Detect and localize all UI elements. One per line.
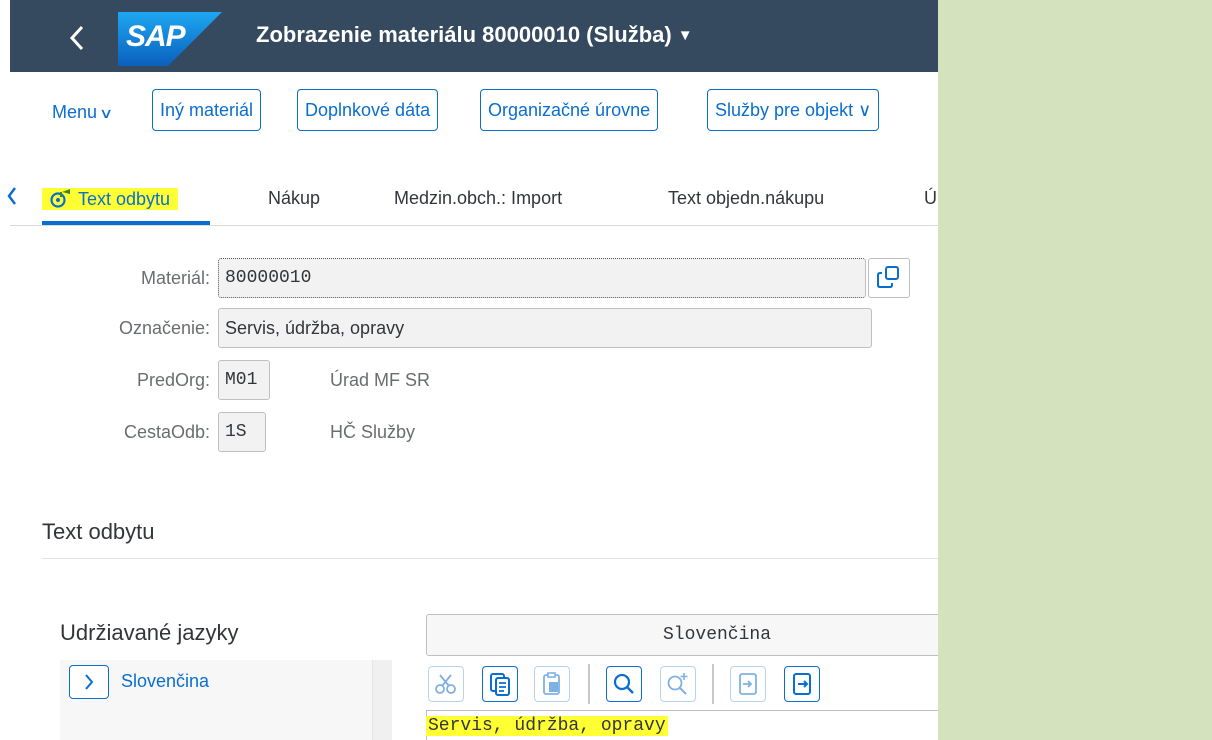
- search-next-icon: [667, 673, 688, 695]
- paste-button[interactable]: [534, 666, 570, 702]
- sales-org-label: PredOrg:: [136, 370, 210, 390]
- sales-org-description: Úrad MF SR: [330, 370, 431, 390]
- cut-icon: [435, 674, 456, 694]
- copy-material-button[interactable]: [868, 258, 910, 298]
- material-field[interactable]: 80000010: [218, 258, 866, 298]
- tab-purchasing[interactable]: Nákup: [268, 188, 320, 209]
- import-icon: [739, 673, 757, 695]
- services-for-object-button[interactable]: Služby pre objekt ∨: [707, 89, 880, 131]
- search-icon: [613, 673, 634, 694]
- maintained-languages-title: Udržiavané jazyky: [60, 620, 239, 645]
- chevron-left-icon: [7, 187, 16, 205]
- text-editor-line[interactable]: Servis, údržba, opravy: [426, 716, 668, 736]
- copy-text-button[interactable]: [482, 666, 518, 702]
- active-tab-indicator: [42, 221, 210, 225]
- tab-scroll-left-button[interactable]: [6, 186, 18, 212]
- title-caret-icon: ▼: [677, 27, 693, 44]
- back-button[interactable]: [62, 20, 92, 56]
- find-next-button[interactable]: [660, 666, 696, 702]
- paste-icon: [543, 672, 560, 695]
- export-text-button[interactable]: [784, 666, 820, 702]
- chevron-right-icon: [85, 674, 94, 690]
- description-label: Označenie:: [118, 318, 210, 338]
- tab-sales-text[interactable]: Text odbytu: [42, 188, 179, 210]
- tab-foreign-trade-import[interactable]: Medzin.obch.: Import: [394, 188, 562, 209]
- sap-logo[interactable]: SAP: [118, 12, 222, 66]
- toolbar-separator: [588, 664, 590, 704]
- tab-purchase-order-text[interactable]: Text objedn.nákupu: [668, 188, 824, 209]
- current-language-header: Slovenčina: [426, 614, 938, 656]
- page-title[interactable]: Zobrazenie materiálu 80000010 (Služba) ▼: [256, 22, 693, 48]
- page-title-text: Zobrazenie materiálu 80000010 (Služba): [256, 22, 672, 47]
- other-material-button[interactable]: Iný materiál: [152, 89, 262, 131]
- shell-bar: SAP Zobrazenie materiálu 80000010 (Služb…: [10, 0, 938, 72]
- expand-language-button[interactable]: [69, 665, 109, 699]
- org-levels-button[interactable]: Organizačné úrovne: [480, 89, 659, 131]
- sales-text-icon: [50, 189, 70, 208]
- copy-icon: [490, 673, 510, 696]
- language-item-slovak[interactable]: Slovenčina: [121, 671, 209, 692]
- chevron-left-icon: [69, 25, 84, 51]
- menu-button[interactable]: Menu ∨: [52, 102, 114, 123]
- cut-button[interactable]: [428, 666, 464, 702]
- toolbar: Menu ∨ Iný materiál Doplnkové dáta Organi…: [10, 72, 938, 150]
- distribution-channel-description: HČ Služby: [330, 422, 416, 442]
- tab-next-partial[interactable]: Ú: [924, 188, 937, 209]
- tab-strip: Text odbytu Nákup Medzin.obch.: Import T…: [7, 150, 938, 226]
- menu-label: Menu: [52, 102, 98, 122]
- description-field[interactable]: Servis, údržba, opravy: [218, 308, 872, 348]
- current-language-label: Slovenčina: [663, 625, 772, 645]
- section-divider: [42, 558, 938, 559]
- section-title: Text odbytu: [42, 519, 155, 544]
- find-button[interactable]: [606, 666, 642, 702]
- tab-sales-text-label: Text odbytu: [78, 189, 171, 209]
- import-text-button[interactable]: [730, 666, 766, 702]
- toolbar-separator: [712, 664, 714, 704]
- sap-app-window: SAP Zobrazenie materiálu 80000010 (Služb…: [0, 0, 938, 740]
- chevron-down-icon: ∨: [98, 105, 114, 121]
- material-label: Materiál:: [140, 268, 210, 288]
- language-list-scrollbar[interactable]: [372, 660, 392, 740]
- distribution-channel-label: CestaOdb:: [123, 422, 210, 442]
- additional-data-button[interactable]: Doplnkové dáta: [297, 89, 439, 131]
- copy-icon: [877, 266, 899, 288]
- sales-org-field[interactable]: M01: [218, 360, 270, 400]
- distribution-channel-field[interactable]: 1S: [218, 412, 266, 452]
- export-icon: [793, 673, 811, 695]
- sap-logo-text: SAP: [126, 20, 186, 53]
